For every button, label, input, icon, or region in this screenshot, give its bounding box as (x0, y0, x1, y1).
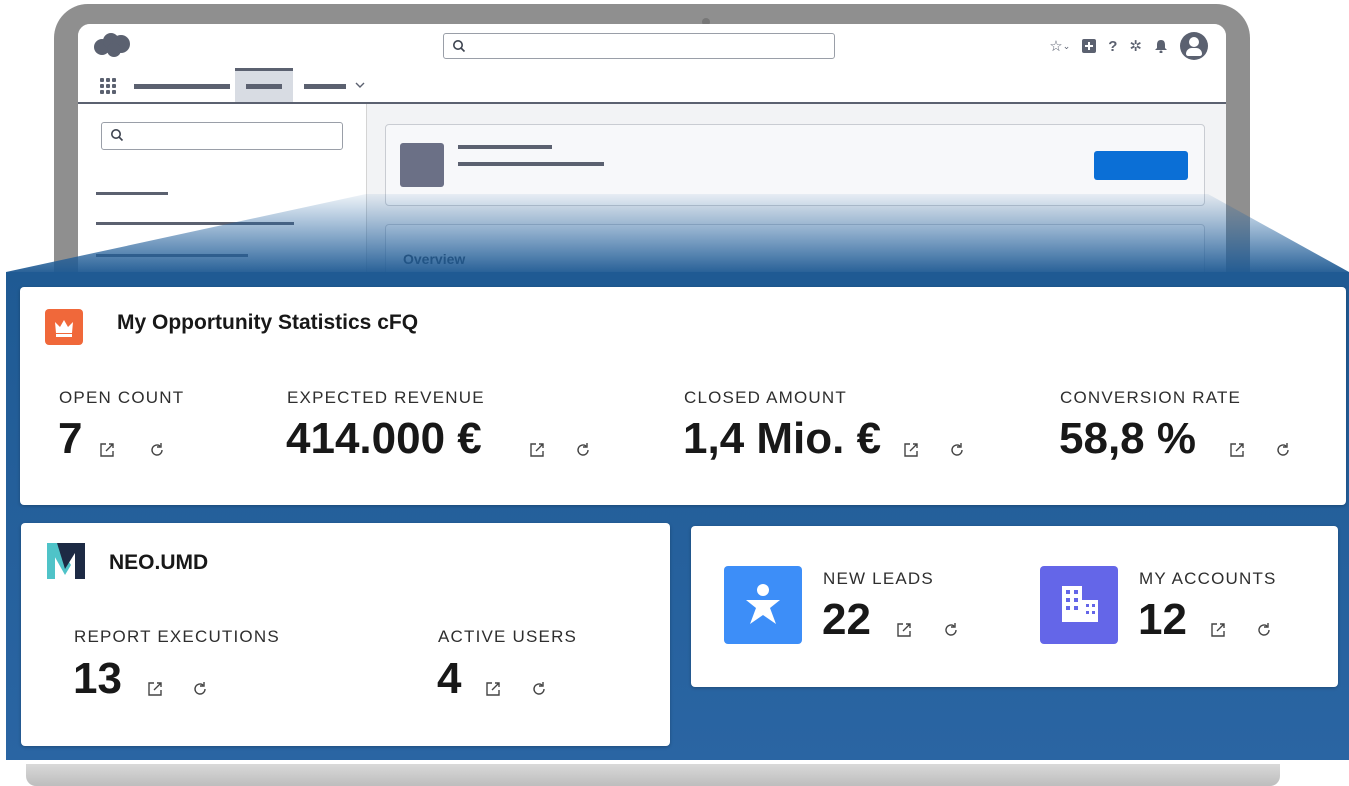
record-subtitle-placeholder (458, 162, 604, 166)
refresh-icon[interactable] (1255, 621, 1273, 639)
salesforce-cloud-icon[interactable] (92, 32, 132, 58)
metric-value-closed-amount: 1,4 Mio. € (683, 414, 882, 463)
neo-logo-icon (47, 543, 85, 579)
refresh-icon[interactable] (530, 680, 548, 698)
sidebar-item-placeholder[interactable] (96, 254, 248, 257)
crown-icon (45, 309, 83, 345)
metric-value-conversion-rate: 58,8 % (1059, 414, 1196, 463)
sidebar-search-input[interactable] (101, 122, 343, 150)
metric-value-open-count: 7 (58, 414, 83, 463)
metric-label-closed-amount: CLOSED AMOUNT (684, 388, 847, 407)
search-icon (111, 129, 124, 142)
refresh-icon[interactable] (1274, 441, 1292, 459)
favorites-star-icon[interactable]: ☆ ⌄ (1049, 37, 1070, 55)
open-link-icon[interactable] (902, 441, 920, 459)
primary-action-button[interactable] (1094, 151, 1188, 180)
tile-label-my-accounts: MY ACCOUNTS (1139, 569, 1277, 588)
opportunity-statistics-card: My Opportunity Statistics cFQ OPEN COUNT… (20, 287, 1346, 505)
metric-label-open-count: OPEN COUNT (59, 388, 185, 407)
user-avatar[interactable] (1180, 32, 1208, 60)
metric-label-conversion-rate: CONVERSION RATE (1060, 388, 1242, 407)
tile-label-new-leads: NEW LEADS (823, 569, 934, 588)
open-link-icon[interactable] (895, 621, 913, 639)
header-utility-icons: ☆ ⌄ ? ✲ (1049, 32, 1208, 60)
person-icon[interactable] (724, 566, 802, 644)
refresh-icon[interactable] (942, 621, 960, 639)
open-link-icon[interactable] (98, 441, 116, 459)
metric-label-report-executions: REPORT EXECUTIONS (74, 627, 280, 646)
nav-item-placeholder[interactable] (134, 84, 230, 89)
card-title: My Opportunity Statistics cFQ (117, 311, 419, 334)
setup-gear-icon[interactable]: ✲ (1129, 37, 1142, 55)
nav-item-placeholder[interactable] (246, 84, 282, 89)
record-icon (400, 143, 444, 187)
metric-label-expected-revenue: EXPECTED REVENUE (287, 388, 485, 407)
metric-value-report-executions: 13 (73, 654, 122, 703)
neo-umd-card: NEO.UMD REPORT EXECUTIONS 13 ACTIVE USER… (21, 523, 670, 746)
chevron-down-icon[interactable] (355, 81, 365, 89)
refresh-icon[interactable] (948, 441, 966, 459)
sidebar-item-placeholder[interactable] (96, 222, 294, 225)
refresh-icon[interactable] (574, 441, 592, 459)
tile-value-my-accounts: 12 (1138, 595, 1187, 644)
leads-accounts-card: NEW LEADS 22 MY ACCOUNTS 12 (691, 526, 1338, 687)
open-link-icon[interactable] (1209, 621, 1227, 639)
refresh-icon[interactable] (148, 441, 166, 459)
app-launcher-icon[interactable] (100, 78, 116, 94)
tile-value-new-leads: 22 (822, 595, 871, 644)
card-title: NEO.UMD (109, 551, 209, 574)
metric-value-expected-revenue: 414.000 € (286, 414, 482, 463)
open-link-icon[interactable] (1228, 441, 1246, 459)
metric-value-active-users: 4 (437, 654, 462, 703)
sidebar-item-placeholder[interactable] (96, 192, 168, 195)
notifications-bell-icon[interactable] (1154, 39, 1168, 53)
global-header: ☆ ⌄ ? ✲ (78, 24, 1226, 69)
global-add-icon[interactable] (1082, 39, 1097, 53)
record-title-placeholder (458, 145, 552, 149)
nav-item-placeholder[interactable] (304, 84, 346, 89)
record-header-card (385, 124, 1205, 206)
laptop-base (26, 764, 1280, 786)
refresh-icon[interactable] (191, 680, 209, 698)
metric-label-active-users: ACTIVE USERS (438, 627, 578, 646)
overview-heading: Overview (403, 251, 466, 267)
building-icon[interactable] (1040, 566, 1118, 644)
global-search-input[interactable] (443, 33, 835, 59)
search-icon (453, 40, 466, 53)
open-link-icon[interactable] (146, 680, 164, 698)
app-navigation-bar (78, 68, 1226, 104)
open-link-icon[interactable] (528, 441, 546, 459)
open-link-icon[interactable] (484, 680, 502, 698)
help-icon[interactable]: ? (1108, 38, 1117, 55)
